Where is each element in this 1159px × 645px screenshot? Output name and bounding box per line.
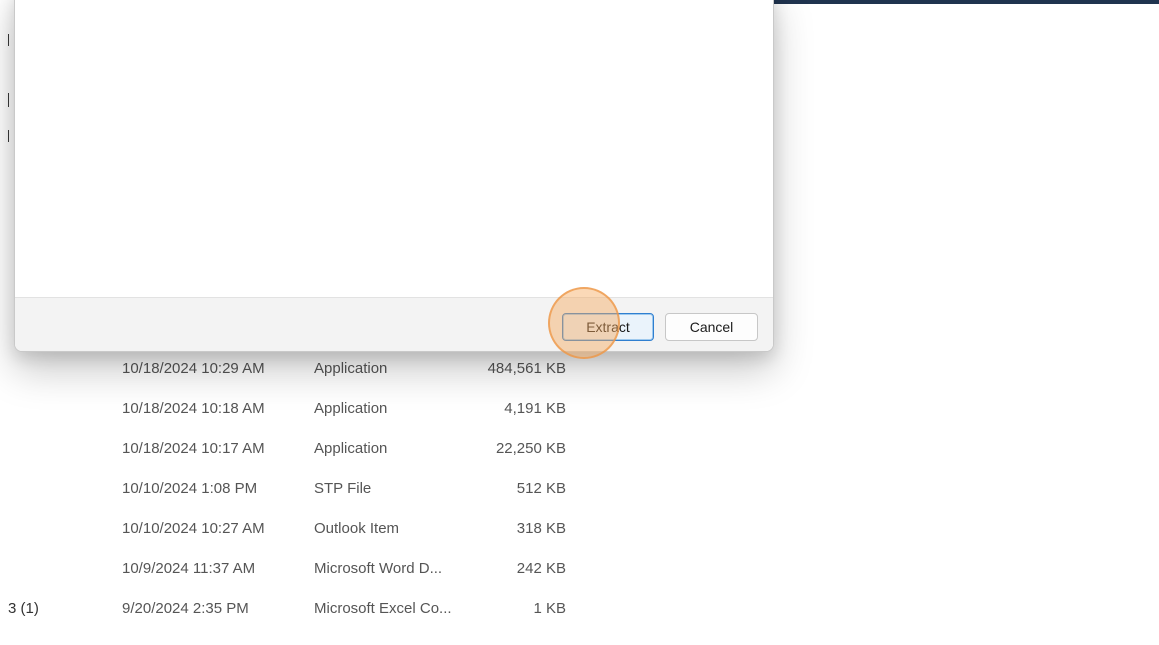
file-size: 242 KB bbox=[516, 560, 566, 577]
file-row[interactable]: 10/18/2024 10:18 AM Application 4,191 KB bbox=[0, 388, 620, 428]
file-size: 4,191 KB bbox=[504, 400, 566, 417]
file-type: Microsoft Word D... bbox=[314, 560, 443, 577]
file-date: 10/10/2024 1:08 PM bbox=[122, 480, 258, 497]
file-size: 484,561 KB bbox=[487, 360, 566, 377]
file-row[interactable]: 10/10/2024 10:27 AM Outlook Item 318 KB bbox=[0, 508, 620, 548]
file-size: 22,250 KB bbox=[495, 440, 566, 457]
file-type: Microsoft Excel Co... bbox=[314, 600, 452, 617]
file-date: 10/10/2024 10:27 AM bbox=[122, 520, 265, 537]
file-size: 1 KB bbox=[533, 600, 566, 617]
dialog-body bbox=[15, 0, 773, 297]
file-name: 3 (1) bbox=[8, 600, 39, 617]
file-row[interactable]: 10/18/2024 10:17 AM Application 22,250 K… bbox=[0, 428, 620, 468]
file-date: 10/18/2024 10:29 AM bbox=[122, 360, 265, 377]
file-row[interactable]: 10/18/2024 10:29 AM Application 484,561 … bbox=[0, 348, 620, 388]
file-size: 318 KB bbox=[516, 520, 566, 537]
file-type: Outlook Item bbox=[314, 520, 400, 537]
file-size: 512 KB bbox=[516, 480, 566, 497]
file-row[interactable]: 3 (1) 9/20/2024 2:35 PM Microsoft Excel … bbox=[0, 588, 620, 628]
file-row[interactable]: 10/9/2024 11:37 AM Microsoft Word D... 2… bbox=[0, 548, 620, 588]
file-type: Application bbox=[314, 360, 388, 377]
cancel-button[interactable]: Cancel bbox=[665, 313, 758, 341]
file-date: 10/18/2024 10:18 AM bbox=[122, 400, 265, 417]
extract-button[interactable]: Extract bbox=[562, 313, 654, 341]
file-date: 10/18/2024 10:17 AM bbox=[122, 440, 265, 457]
file-type: Application bbox=[314, 440, 388, 457]
file-type: STP File bbox=[314, 480, 372, 497]
file-date: 9/20/2024 2:35 PM bbox=[122, 600, 249, 617]
file-row[interactable]: 10/10/2024 1:08 PM STP File 512 KB bbox=[0, 468, 620, 508]
file-date: 10/9/2024 11:37 AM bbox=[122, 560, 256, 577]
file-type: Application bbox=[314, 400, 388, 417]
dialog-footer: Extract Cancel bbox=[15, 297, 773, 351]
extract-dialog: Extract Cancel bbox=[14, 0, 774, 352]
